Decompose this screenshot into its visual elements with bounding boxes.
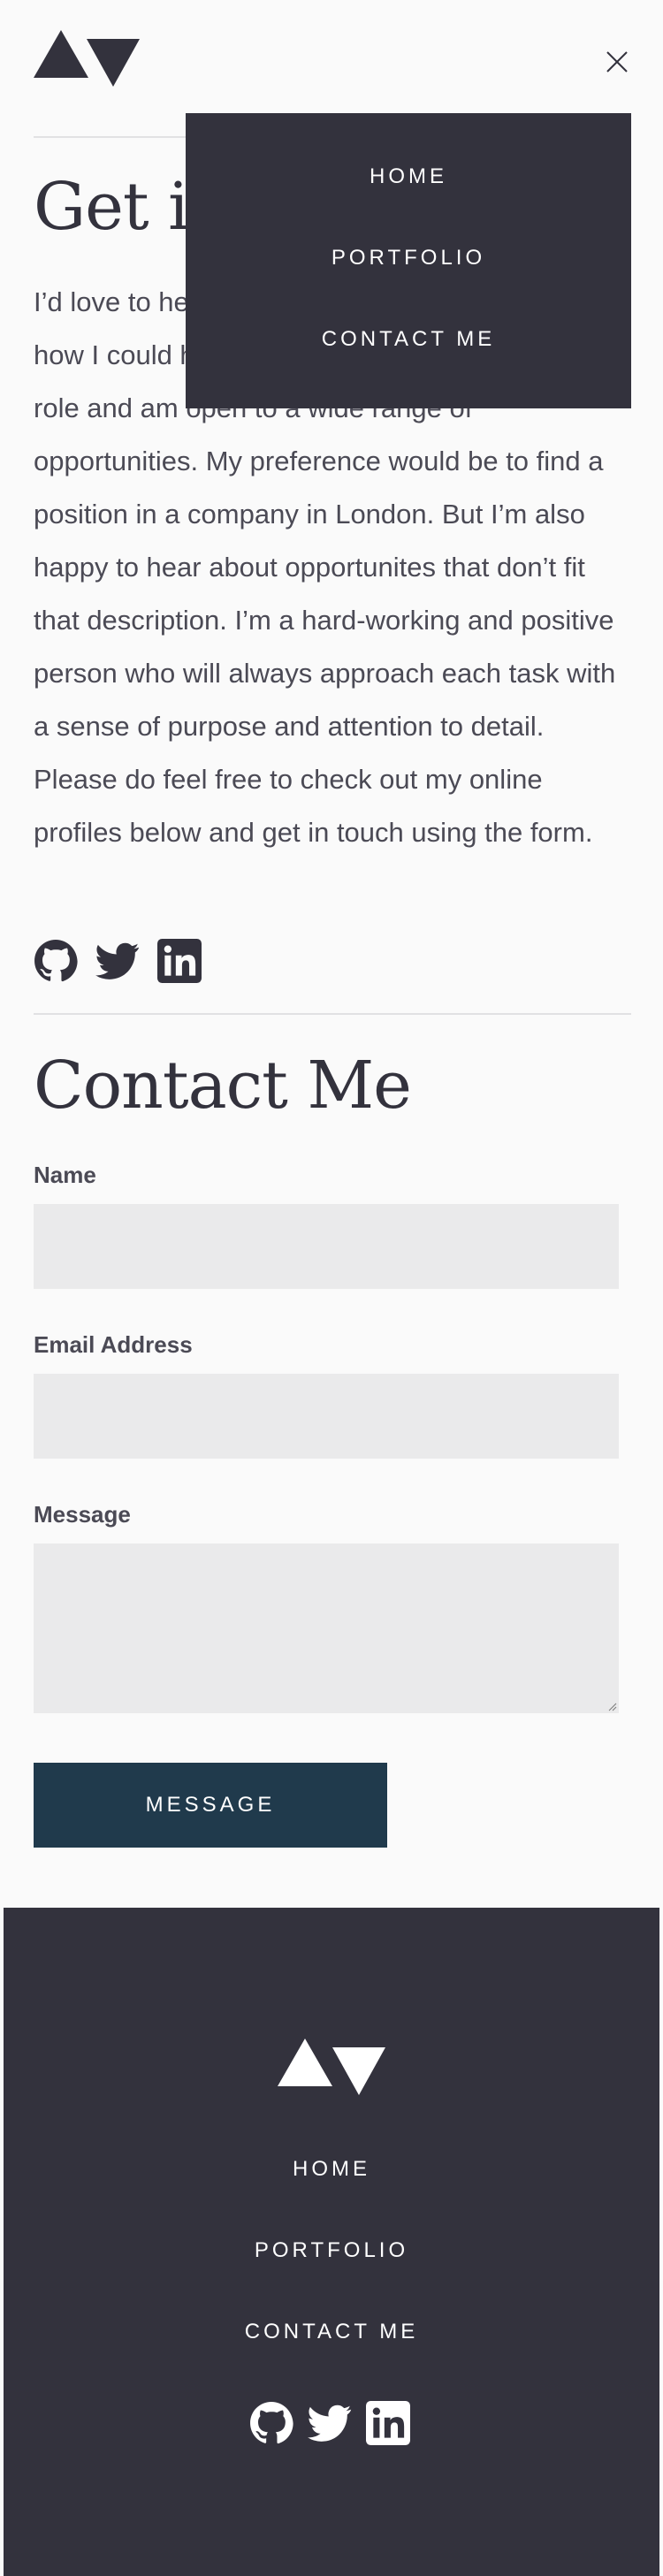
menu-item-home[interactable]: HOME [186, 164, 631, 189]
twitter-icon [95, 942, 140, 979]
resize-grip-icon[interactable] [608, 1703, 617, 1711]
message-label: Message [34, 1501, 131, 1528]
footer-social-links [249, 2399, 410, 2447]
triangles-logo-icon [278, 2039, 385, 2095]
footer-nav-home[interactable]: HOME [4, 2157, 659, 2182]
submit-message-button[interactable]: MESSAGE [34, 1763, 387, 1848]
footer-logo[interactable] [278, 2039, 385, 2095]
email-label: Email Address [34, 1331, 193, 1358]
github-link[interactable] [249, 2401, 293, 2445]
footer-nav-portfolio[interactable]: PORTFOLIO [4, 2238, 659, 2263]
social-links [34, 937, 202, 985]
linkedin-link[interactable] [157, 939, 202, 983]
triangles-logo-icon [34, 30, 140, 87]
linkedin-icon [157, 939, 202, 983]
linkedin-link[interactable] [366, 2401, 410, 2445]
close-menu-button[interactable] [605, 50, 629, 74]
name-label: Name [34, 1162, 96, 1188]
menu-item-contact[interactable]: CONTACT ME [186, 327, 631, 352]
linkedin-icon [366, 2401, 410, 2445]
footer-nav-contact[interactable]: CONTACT ME [4, 2320, 659, 2344]
github-icon [34, 940, 78, 982]
contact-me-title: Contact Me [34, 1048, 412, 1124]
menu-item-portfolio[interactable]: PORTFOLIO [186, 246, 631, 271]
logo[interactable] [34, 30, 140, 87]
twitter-link[interactable] [95, 939, 140, 983]
divider [34, 1013, 631, 1015]
twitter-link[interactable] [308, 2401, 352, 2445]
message-field[interactable] [34, 1543, 619, 1713]
email-field[interactable] [34, 1374, 619, 1459]
name-field[interactable] [34, 1204, 619, 1289]
github-link[interactable] [34, 939, 78, 983]
github-icon [250, 2402, 293, 2444]
twitter-icon [308, 2405, 352, 2442]
close-icon [606, 51, 628, 72]
